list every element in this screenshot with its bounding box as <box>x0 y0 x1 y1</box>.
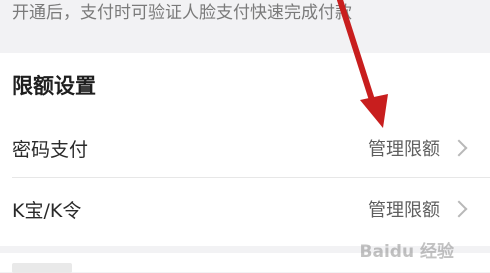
row-kbao-kling[interactable]: K宝/K令 管理限额 <box>0 178 490 238</box>
row-label: K宝/K令 <box>12 200 82 222</box>
top-note: 开通后，支付时可验证人脸支付快速完成付款 <box>0 0 490 46</box>
top-note-text: 开通后，支付时可验证人脸支付快速完成付款 <box>12 3 352 23</box>
chevron-right-icon <box>450 139 468 157</box>
row-label: 密码支付 <box>12 139 89 161</box>
chevron-right-icon <box>450 200 468 218</box>
manage-limit-button[interactable]: 管理限额 <box>368 196 440 222</box>
row-password-payment[interactable]: 密码支付 管理限额 <box>0 117 490 177</box>
limit-settings-card: 限额设置 密码支付 管理限额 K宝/K令 管理限额 <box>0 53 490 246</box>
manage-limit-button[interactable]: 管理限额 <box>368 135 440 161</box>
watermark: Baidu 经验 <box>359 242 454 262</box>
section-title: 限额设置 <box>12 74 96 98</box>
